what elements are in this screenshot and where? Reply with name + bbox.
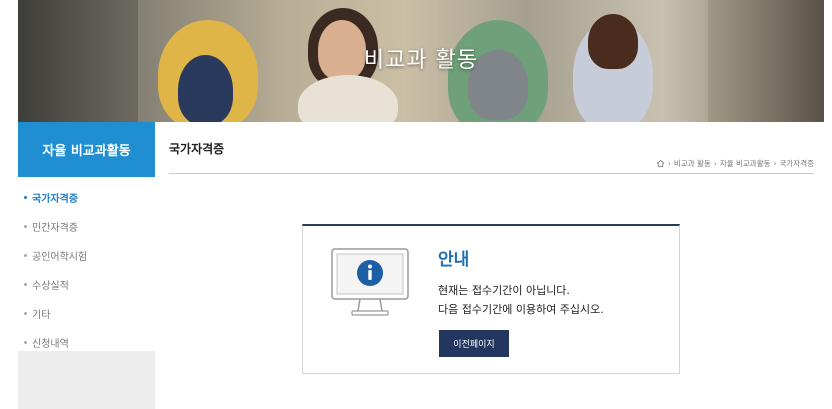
- sidebar-item-label: 기타: [32, 310, 51, 321]
- sidebar-item-label: 국가자격증: [32, 194, 78, 205]
- breadcrumb-item[interactable]: 국가자격증: [780, 158, 815, 169]
- student-figure: [298, 75, 398, 122]
- info-monitor-icon: [331, 248, 409, 316]
- sidebar-title: 자율 비교과활동: [18, 122, 155, 177]
- notice-message-line: 현재는 접수기간이 아닙니다.: [438, 284, 570, 297]
- sidebar-item-label: 민간자격증: [32, 223, 78, 234]
- sidebar: 자율 비교과활동 국가자격증 민간자격증 공인어학시험 수상실적 기타 신청내역: [18, 122, 155, 409]
- breadcrumb-separator: ›: [713, 159, 717, 168]
- sidebar-item-awards[interactable]: 수상실적: [18, 270, 155, 299]
- main-content: 국가자격증 › 비교과 활동 › 자율 비교과활동 › 국가자격증 안내 현재는…: [155, 122, 824, 409]
- breadcrumb-item[interactable]: 자율 비교과활동: [720, 158, 771, 169]
- notice-message-line: 다음 접수기간에 이용하여 주십시오.: [438, 303, 604, 316]
- sidebar-item-application-history[interactable]: 신청내역: [18, 328, 155, 357]
- bullet-icon: [24, 254, 27, 257]
- sidebar-menu: 국가자격증 민간자격증 공인어학시험 수상실적 기타 신청내역: [18, 177, 155, 351]
- hero-banner: 비교과 활동: [18, 0, 824, 122]
- bullet-icon: [24, 341, 27, 344]
- notice-box: 안내 현재는 접수기간이 아닙니다. 다음 접수기간에 이용하여 주십시오. 이…: [302, 224, 680, 374]
- breadcrumb-separator: ›: [667, 159, 671, 168]
- notice-heading: 안내: [438, 250, 470, 270]
- page-frame: 비교과 활동 자율 비교과활동 국가자격증 민간자격증 공인어학시험 수상실적: [18, 0, 824, 409]
- sidebar-item-label: 수상실적: [32, 281, 69, 292]
- sidebar-item-other[interactable]: 기타: [18, 299, 155, 328]
- bullet-icon: [24, 225, 27, 228]
- sidebar-item-private-certificate[interactable]: 민간자격증: [18, 212, 155, 241]
- bullet-icon: [24, 196, 27, 199]
- sidebar-item-label: 공인어학시험: [32, 252, 88, 263]
- page-title: 국가자격증: [169, 142, 225, 156]
- sidebar-item-national-certificate[interactable]: 국가자격증: [18, 183, 155, 212]
- bullet-icon: [24, 283, 27, 286]
- title-divider: [169, 173, 814, 174]
- sidebar-item-label: 신청내역: [32, 339, 69, 350]
- breadcrumb-item[interactable]: 비교과 활동: [674, 158, 711, 169]
- previous-page-button[interactable]: 이전페이지: [439, 330, 509, 357]
- breadcrumb-separator: ›: [773, 159, 777, 168]
- home-icon[interactable]: [656, 159, 665, 168]
- bullet-icon: [24, 312, 27, 315]
- sidebar-item-language-test[interactable]: 공인어학시험: [18, 241, 155, 270]
- hero-title: 비교과 활동: [363, 48, 479, 73]
- breadcrumb: › 비교과 활동 › 자율 비교과활동 › 국가자격증: [656, 158, 814, 169]
